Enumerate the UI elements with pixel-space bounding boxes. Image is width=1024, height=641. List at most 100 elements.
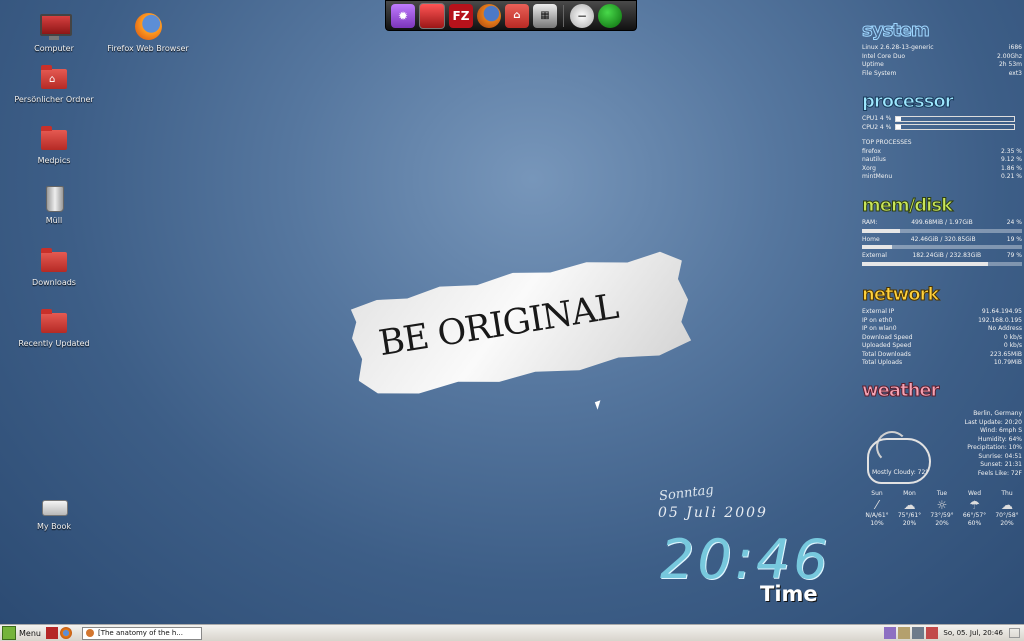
network-key: External IP bbox=[862, 308, 895, 315]
network-value: No Address bbox=[988, 325, 1022, 332]
forecast-day: Thu ☁ 70°/58° 20% bbox=[992, 490, 1022, 528]
bottom-panel: Menu [The anatomy of the h... So, 05. Ju… bbox=[0, 624, 1024, 641]
settings-icon[interactable]: ✹ bbox=[391, 3, 415, 28]
cpu1-row: CPU1 4 % bbox=[862, 115, 1022, 124]
system-title: system bbox=[862, 20, 931, 41]
process-percent: 9.12 % bbox=[1001, 156, 1022, 163]
desktop-icon-recently-updated[interactable]: Recently Updated bbox=[4, 307, 104, 348]
show-desktop-icon[interactable] bbox=[45, 627, 58, 639]
forecast-day-name: Thu bbox=[1001, 490, 1013, 497]
volume-icon[interactable] bbox=[926, 627, 939, 639]
folder-icon bbox=[37, 307, 71, 337]
lock-icon[interactable] bbox=[898, 627, 911, 639]
workspace-icon[interactable] bbox=[1009, 628, 1020, 638]
network-value: 91.64.194.95 bbox=[981, 308, 1022, 315]
forecast-temp: 73°/59° bbox=[930, 512, 954, 519]
top-dock: ✹ FZ ⌂ ▦ − bbox=[385, 0, 637, 31]
firefox-icon[interactable] bbox=[477, 3, 501, 28]
forecast-day-name: Tue bbox=[936, 490, 948, 497]
weather-details: Berlin, Germany Last Update: 20:20 Wind:… bbox=[922, 410, 1022, 478]
video-icon[interactable]: ▦ bbox=[533, 3, 557, 28]
process-percent: 0.21 % bbox=[1001, 173, 1022, 180]
network-row: Download Speed 0 kb/s bbox=[862, 334, 1022, 343]
desktop-icon-home-folder[interactable]: ⌂ Persönlicher Ordner bbox=[4, 63, 104, 104]
network-key: Total Uploads bbox=[862, 359, 903, 366]
network-value: 0 kb/s bbox=[1003, 333, 1022, 341]
forecast-precip: 20% bbox=[935, 520, 949, 527]
memory-bar-fill bbox=[862, 228, 901, 233]
weather-forecast: Sun ⁄ N/A/61° 10% Mon ☁ 75°/61° 20% Tue ☼ 73°/59… bbox=[862, 490, 1022, 528]
na-icon: ⁄ bbox=[875, 498, 878, 512]
process-row: firefox 2.35 % bbox=[862, 148, 1022, 157]
weather-line: Sunrise: 04:51 bbox=[978, 452, 1022, 460]
cloud-icon: ☁ bbox=[903, 498, 916, 512]
forecast-precip: 60% bbox=[967, 520, 982, 527]
desktop-icon-my-book[interactable]: My Book bbox=[4, 490, 104, 531]
network-value: 223.65MiB bbox=[990, 350, 1022, 358]
memdisk-title: mem/disk bbox=[862, 195, 954, 216]
network-row: Total Uploads 10.79MiB bbox=[862, 359, 1022, 368]
desktop-icon-firefox[interactable]: Firefox Web Browser bbox=[98, 12, 198, 53]
cpu1-bar-fill bbox=[896, 116, 902, 121]
forecast-day: Tue ☼ 73°/59° 20% bbox=[927, 490, 957, 528]
weather-summary: Mostly Cloudy: 72° bbox=[872, 469, 929, 476]
process-row: nautilus 9.12 % bbox=[862, 156, 1022, 165]
clock-weekday: Sonntag bbox=[658, 482, 715, 505]
network-row: External IP 91.64.194.95 bbox=[862, 308, 1022, 317]
external-disk-row: External 182.24GiB / 232.83GiB 79 % bbox=[862, 252, 1022, 261]
mouse-cursor-icon bbox=[594, 400, 604, 410]
weather-line: Wind: 6mph S bbox=[980, 427, 1022, 434]
weather-section: weather Berlin, Germany Last Update: 20:… bbox=[862, 381, 1023, 542]
system-value: 2.00Ghz bbox=[997, 52, 1022, 60]
menu-icon[interactable] bbox=[2, 626, 16, 640]
firefox-icon bbox=[85, 629, 94, 637]
system-row: Uptime 2h 53m bbox=[862, 61, 1022, 70]
network-key: IP on wlan0 bbox=[862, 325, 897, 332]
taskbar-window-button[interactable]: [The anatomy of the h... bbox=[81, 626, 202, 640]
process-name: mintMenu bbox=[862, 173, 893, 180]
menu-button[interactable]: Menu bbox=[19, 629, 41, 638]
minimize-icon[interactable]: − bbox=[570, 3, 594, 28]
conky-monitor: system Linux 2.6.28-13-generic i686 Intel… bbox=[862, 0, 1022, 540]
home-disk-bar-fill bbox=[862, 245, 893, 249]
forecast-day: Sun ⁄ N/A/61° 10% bbox=[862, 490, 892, 528]
home-disk-bar bbox=[862, 245, 1022, 249]
computer-icon[interactable] bbox=[419, 2, 445, 29]
weather-city: Berlin, Germany bbox=[973, 410, 1022, 417]
cpu2-row: CPU2 4 % bbox=[862, 124, 1022, 133]
memory-percent: 24 % bbox=[1006, 219, 1022, 226]
firefox-icon bbox=[131, 12, 165, 42]
memory-bar bbox=[862, 228, 1022, 233]
panel-clock[interactable]: So, 05. Jul, 20:46 bbox=[943, 629, 1003, 637]
forecast-day-name: Mon bbox=[903, 490, 916, 497]
weather-line: Last Update: 20:20 bbox=[964, 418, 1022, 426]
filezilla-icon[interactable]: FZ bbox=[449, 3, 473, 28]
forecast-day: Wed ☂ 66°/57° 60% bbox=[960, 490, 990, 528]
trash-icon bbox=[37, 184, 71, 214]
home-folder-icon[interactable]: ⌂ bbox=[505, 3, 529, 28]
weather-line: Humidity: 64% bbox=[977, 435, 1022, 443]
desktop-icon-downloads[interactable]: Downloads bbox=[4, 246, 104, 287]
forecast-temp: N/A/61° bbox=[865, 512, 889, 519]
desktop-icon-trash[interactable]: Müll bbox=[4, 184, 104, 225]
network-key: Uploaded Speed bbox=[862, 342, 912, 349]
dock-separator bbox=[563, 4, 564, 27]
process-percent: 2.35 % bbox=[1001, 147, 1022, 155]
firefox-icon[interactable] bbox=[59, 627, 72, 639]
external-disk-bar bbox=[862, 261, 1022, 266]
forecast-temp: 70°/58° bbox=[995, 512, 1019, 519]
rain-icon: ☂ bbox=[969, 498, 980, 512]
memdisk-section: mem/disk RAM: 499.68MiB / 1.97GiB 24 % Hom… bbox=[862, 195, 1022, 269]
processor-title: processor bbox=[862, 91, 955, 112]
desktop-icon-medpics[interactable]: Medpics bbox=[4, 124, 104, 165]
disk-detail: 42.46GiB / 320.85GiB bbox=[910, 235, 976, 243]
memory-detail: 499.68MiB / 1.97GiB bbox=[911, 219, 973, 226]
process-name: firefox bbox=[862, 147, 881, 155]
process-name: Xorg bbox=[862, 164, 876, 172]
power-icon[interactable] bbox=[598, 3, 622, 28]
system-key: Intel Core Duo bbox=[862, 52, 906, 60]
desktop-icon-computer[interactable]: Computer bbox=[4, 12, 104, 53]
battery-icon[interactable] bbox=[912, 627, 925, 639]
network-key: IP on eth0 bbox=[862, 316, 893, 324]
network-manager-icon[interactable] bbox=[884, 627, 897, 639]
